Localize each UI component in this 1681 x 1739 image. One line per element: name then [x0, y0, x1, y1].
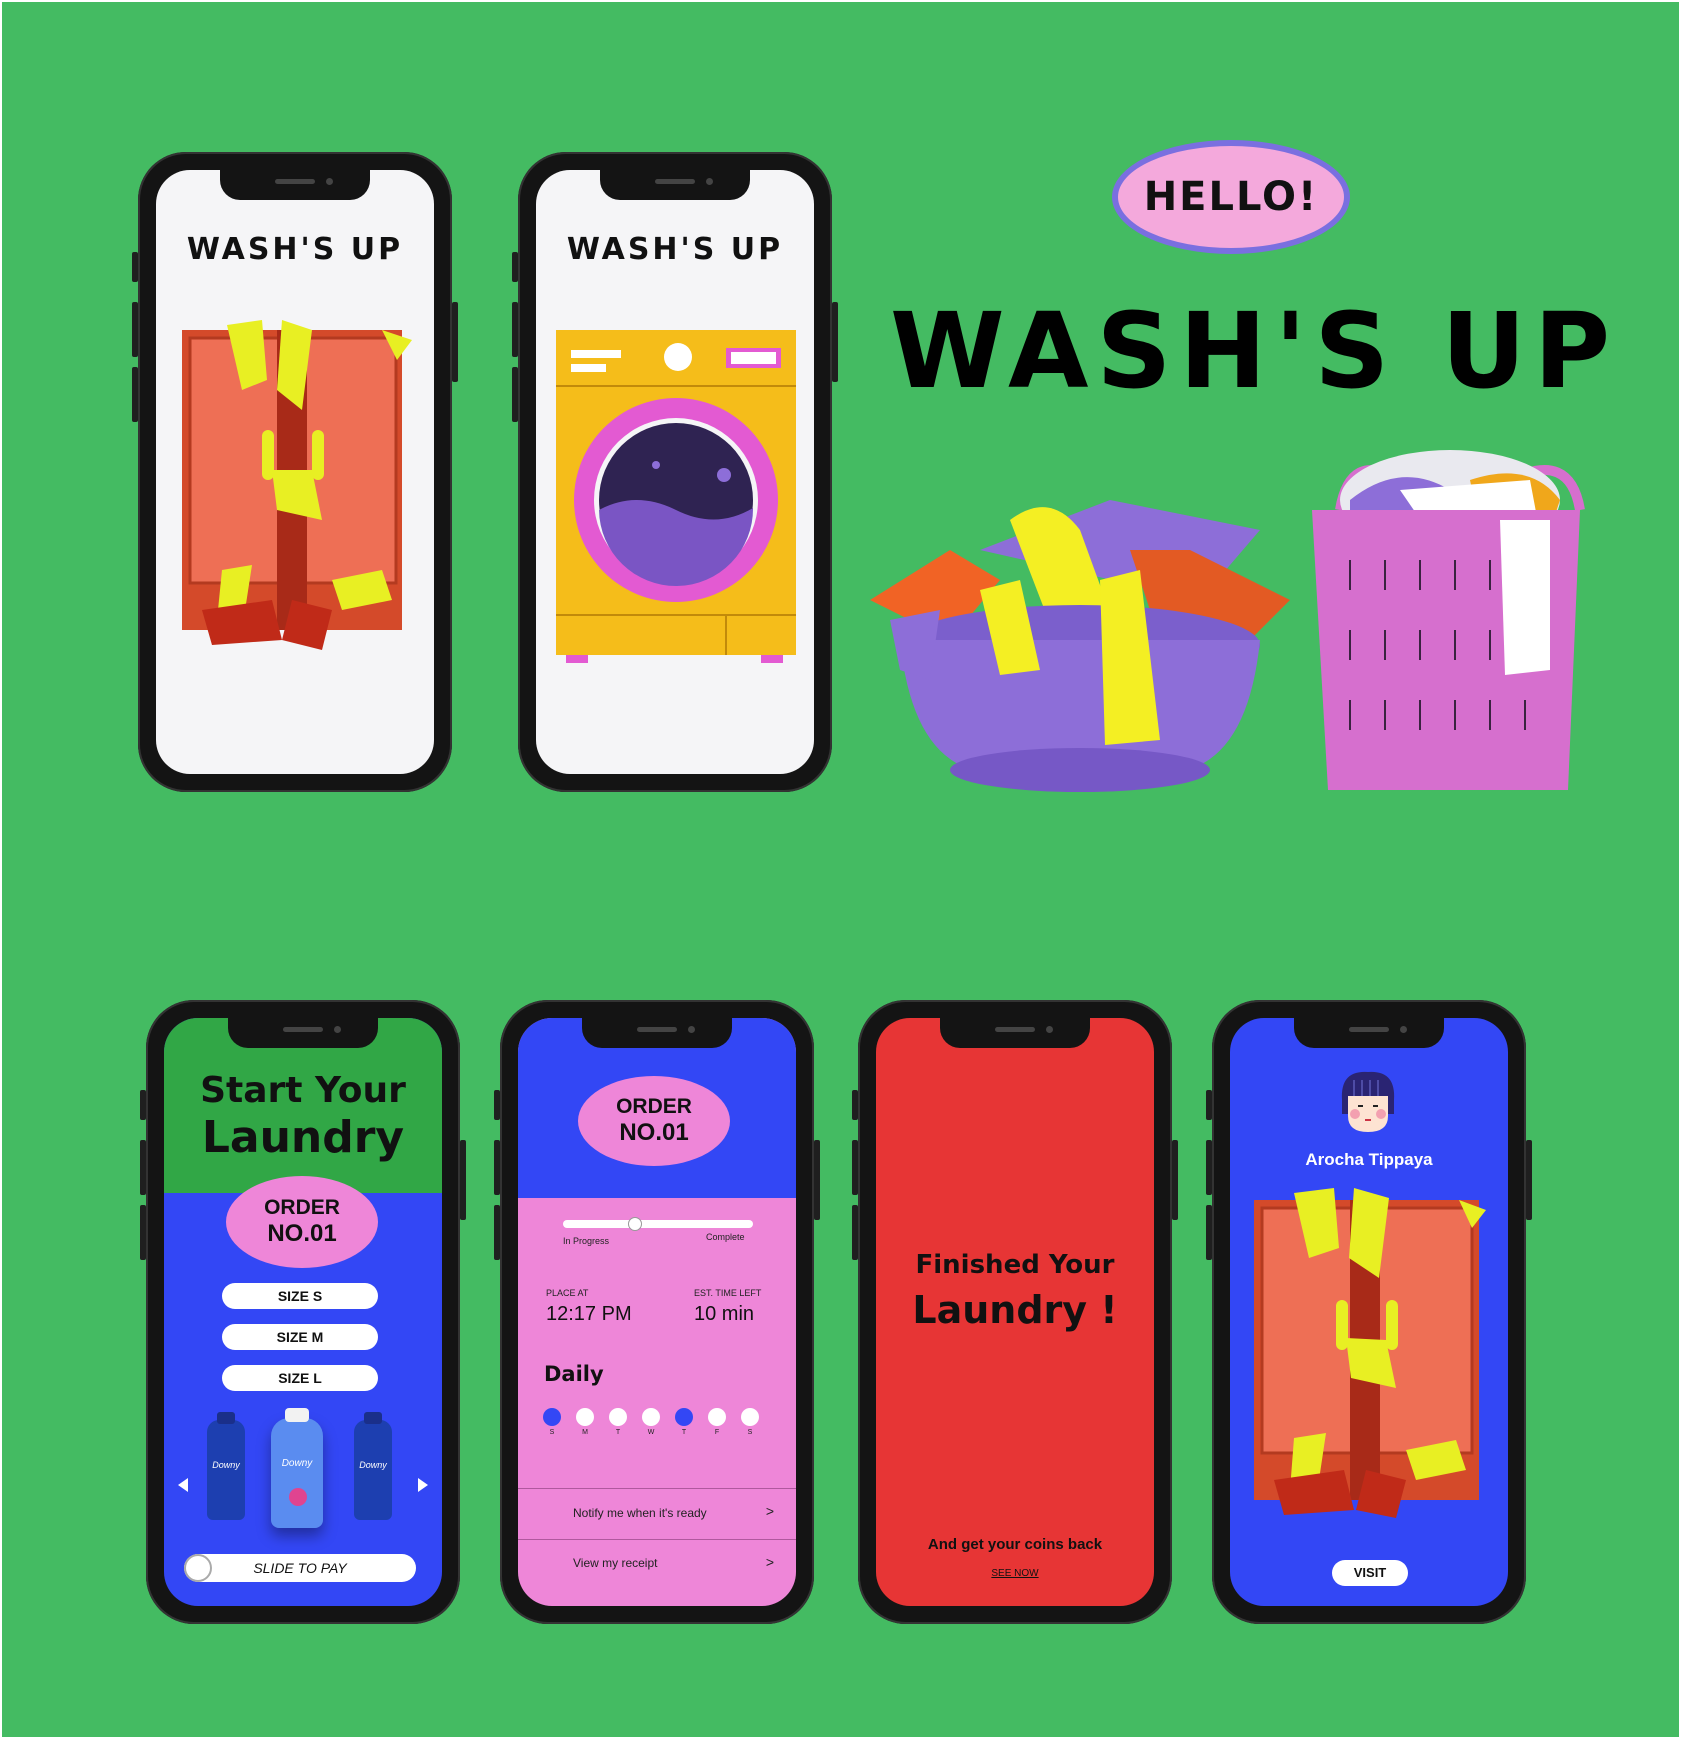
weekday-dot[interactable]: [708, 1408, 726, 1426]
slide-label: SLIDE TO PAY: [253, 1560, 347, 1576]
product-label: Downy: [212, 1460, 240, 1470]
progress-label-right: Complete: [706, 1232, 745, 1242]
hello-text: HELLO!: [1143, 174, 1319, 220]
flower-graphic: [289, 1488, 307, 1506]
visit-button[interactable]: VISIT: [1332, 1560, 1408, 1586]
splash-title: WASH'S UP: [186, 232, 404, 267]
chevron-right-icon: >: [765, 1554, 774, 1570]
est-time-value: 10 min: [694, 1303, 755, 1325]
weekday-label: T: [681, 1429, 687, 1436]
order-number: NO.01: [619, 1119, 689, 1147]
order-number: NO.01: [267, 1220, 337, 1248]
weekday-1[interactable]: M: [575, 1408, 595, 1436]
phone-splash-wardrobe: WASH'S UP: [132, 152, 458, 792]
splash-title: WASH'S UP: [566, 232, 784, 267]
wardrobe-illustration: [1254, 1188, 1486, 1518]
weekday-4[interactable]: T: [674, 1408, 694, 1436]
hello-badge: HELLO!: [1112, 140, 1350, 254]
weekday-3[interactable]: W: [641, 1408, 661, 1436]
place-at-label: PLACE AT: [546, 1288, 589, 1298]
weekday-dot[interactable]: [576, 1408, 594, 1426]
order-badge: ORDER NO.01: [226, 1176, 378, 1268]
product-label: Downy: [359, 1460, 387, 1470]
bottle-cap: [285, 1408, 309, 1422]
weekday-6[interactable]: S: [740, 1408, 760, 1436]
size-l-button[interactable]: SIZE L: [222, 1365, 378, 1391]
weekday-label: M: [582, 1429, 588, 1436]
place-at-value: 12:17 PM: [546, 1303, 632, 1325]
weekday-dot[interactable]: [741, 1408, 759, 1426]
weekday-dot[interactable]: [543, 1408, 561, 1426]
weekday-label: T: [615, 1429, 621, 1436]
finished-heading-1: Finished Your: [915, 1250, 1115, 1280]
screen: WASH'S UP: [536, 170, 814, 774]
phone-order-status: ORDER NO.01 In Progress Complete PLACE AT…: [494, 1000, 820, 1624]
weekday-label: F: [714, 1429, 720, 1436]
weekday-selector: SMTWTFS: [542, 1408, 772, 1448]
progress-knob: [628, 1217, 643, 1231]
phone-profile: Arocha Tippaya VISIT: [1206, 1000, 1532, 1624]
wardrobe-illustration: [182, 320, 412, 650]
screen: Start Your Laundry ORDER NO.01 SIZE S SIZ…: [164, 1018, 442, 1606]
chevron-right-icon: >: [765, 1503, 774, 1519]
profile-name: Arocha Tippaya: [1305, 1150, 1433, 1169]
screen: ORDER NO.01 In Progress Complete PLACE AT…: [518, 1018, 796, 1606]
product-bottle-right[interactable]: Downy: [354, 1412, 392, 1520]
screen: WASH'S UP: [156, 170, 434, 774]
receipt-label: View my receipt: [573, 1556, 658, 1570]
weekday-dot[interactable]: [675, 1408, 693, 1426]
size-m-button[interactable]: SIZE M: [222, 1324, 378, 1350]
weekday-0[interactable]: S: [542, 1408, 562, 1436]
notify-label: Notify me when it's ready: [573, 1506, 707, 1520]
weekday-label: S: [549, 1429, 555, 1436]
progress-track: [563, 1220, 753, 1228]
daily-heading: Daily: [544, 1362, 604, 1386]
coins-text: And get your coins back: [927, 1536, 1103, 1553]
weekday-5[interactable]: F: [707, 1408, 727, 1436]
order-label: ORDER: [616, 1095, 692, 1119]
slide-to-pay-slider[interactable]: SLIDE TO PAY: [184, 1554, 416, 1582]
washing-machine-illustration: [556, 330, 796, 663]
product-bottle-left[interactable]: Downy: [207, 1412, 245, 1520]
screen: Arocha Tippaya VISIT: [1230, 1018, 1508, 1606]
phone-finished: Finished Your Laundry ! And get your coi…: [852, 1000, 1178, 1624]
progress-label-left: In Progress: [563, 1236, 610, 1246]
brand-title: WASH'S UP: [890, 290, 1619, 412]
see-now-link[interactable]: SEE NOW: [876, 1568, 1154, 1579]
product-label: Downy: [281, 1458, 313, 1469]
est-time-label: EST. TIME LEFT: [694, 1288, 762, 1298]
weekday-dot[interactable]: [609, 1408, 627, 1426]
receipt-row[interactable]: View my receipt >: [518, 1540, 796, 1590]
bottle-cap: [217, 1412, 235, 1424]
weekday-label: W: [647, 1429, 655, 1436]
laundry-bowl-illustration: [870, 500, 1290, 792]
phone-splash-washer: WASH'S UP: [512, 152, 838, 792]
weekday-dot[interactable]: [642, 1408, 660, 1426]
size-s-button[interactable]: SIZE S: [222, 1283, 378, 1309]
start-heading-2: Laundry: [201, 1112, 405, 1163]
phone-start-laundry: Start Your Laundry ORDER NO.01 SIZE S SIZ…: [140, 1000, 466, 1624]
bottle-cap: [364, 1412, 382, 1424]
arrow-right-icon[interactable]: [418, 1478, 428, 1492]
screen: Finished Your Laundry ! And get your coi…: [876, 1018, 1154, 1606]
weekday-label: S: [747, 1429, 753, 1436]
laundry-basket-illustration: [1312, 450, 1585, 790]
arrow-left-icon[interactable]: [178, 1478, 188, 1492]
avatar[interactable]: [1338, 1070, 1398, 1134]
product-bottle-center[interactable]: Downy: [271, 1408, 323, 1528]
order-label: ORDER: [264, 1196, 340, 1220]
order-badge: ORDER NO.01: [578, 1076, 730, 1166]
weekday-2[interactable]: T: [608, 1408, 628, 1436]
notify-row[interactable]: Notify me when it's ready >: [518, 1489, 796, 1539]
finished-heading-2: Laundry !: [912, 1288, 1118, 1332]
start-heading-1: Start Your: [200, 1070, 406, 1111]
